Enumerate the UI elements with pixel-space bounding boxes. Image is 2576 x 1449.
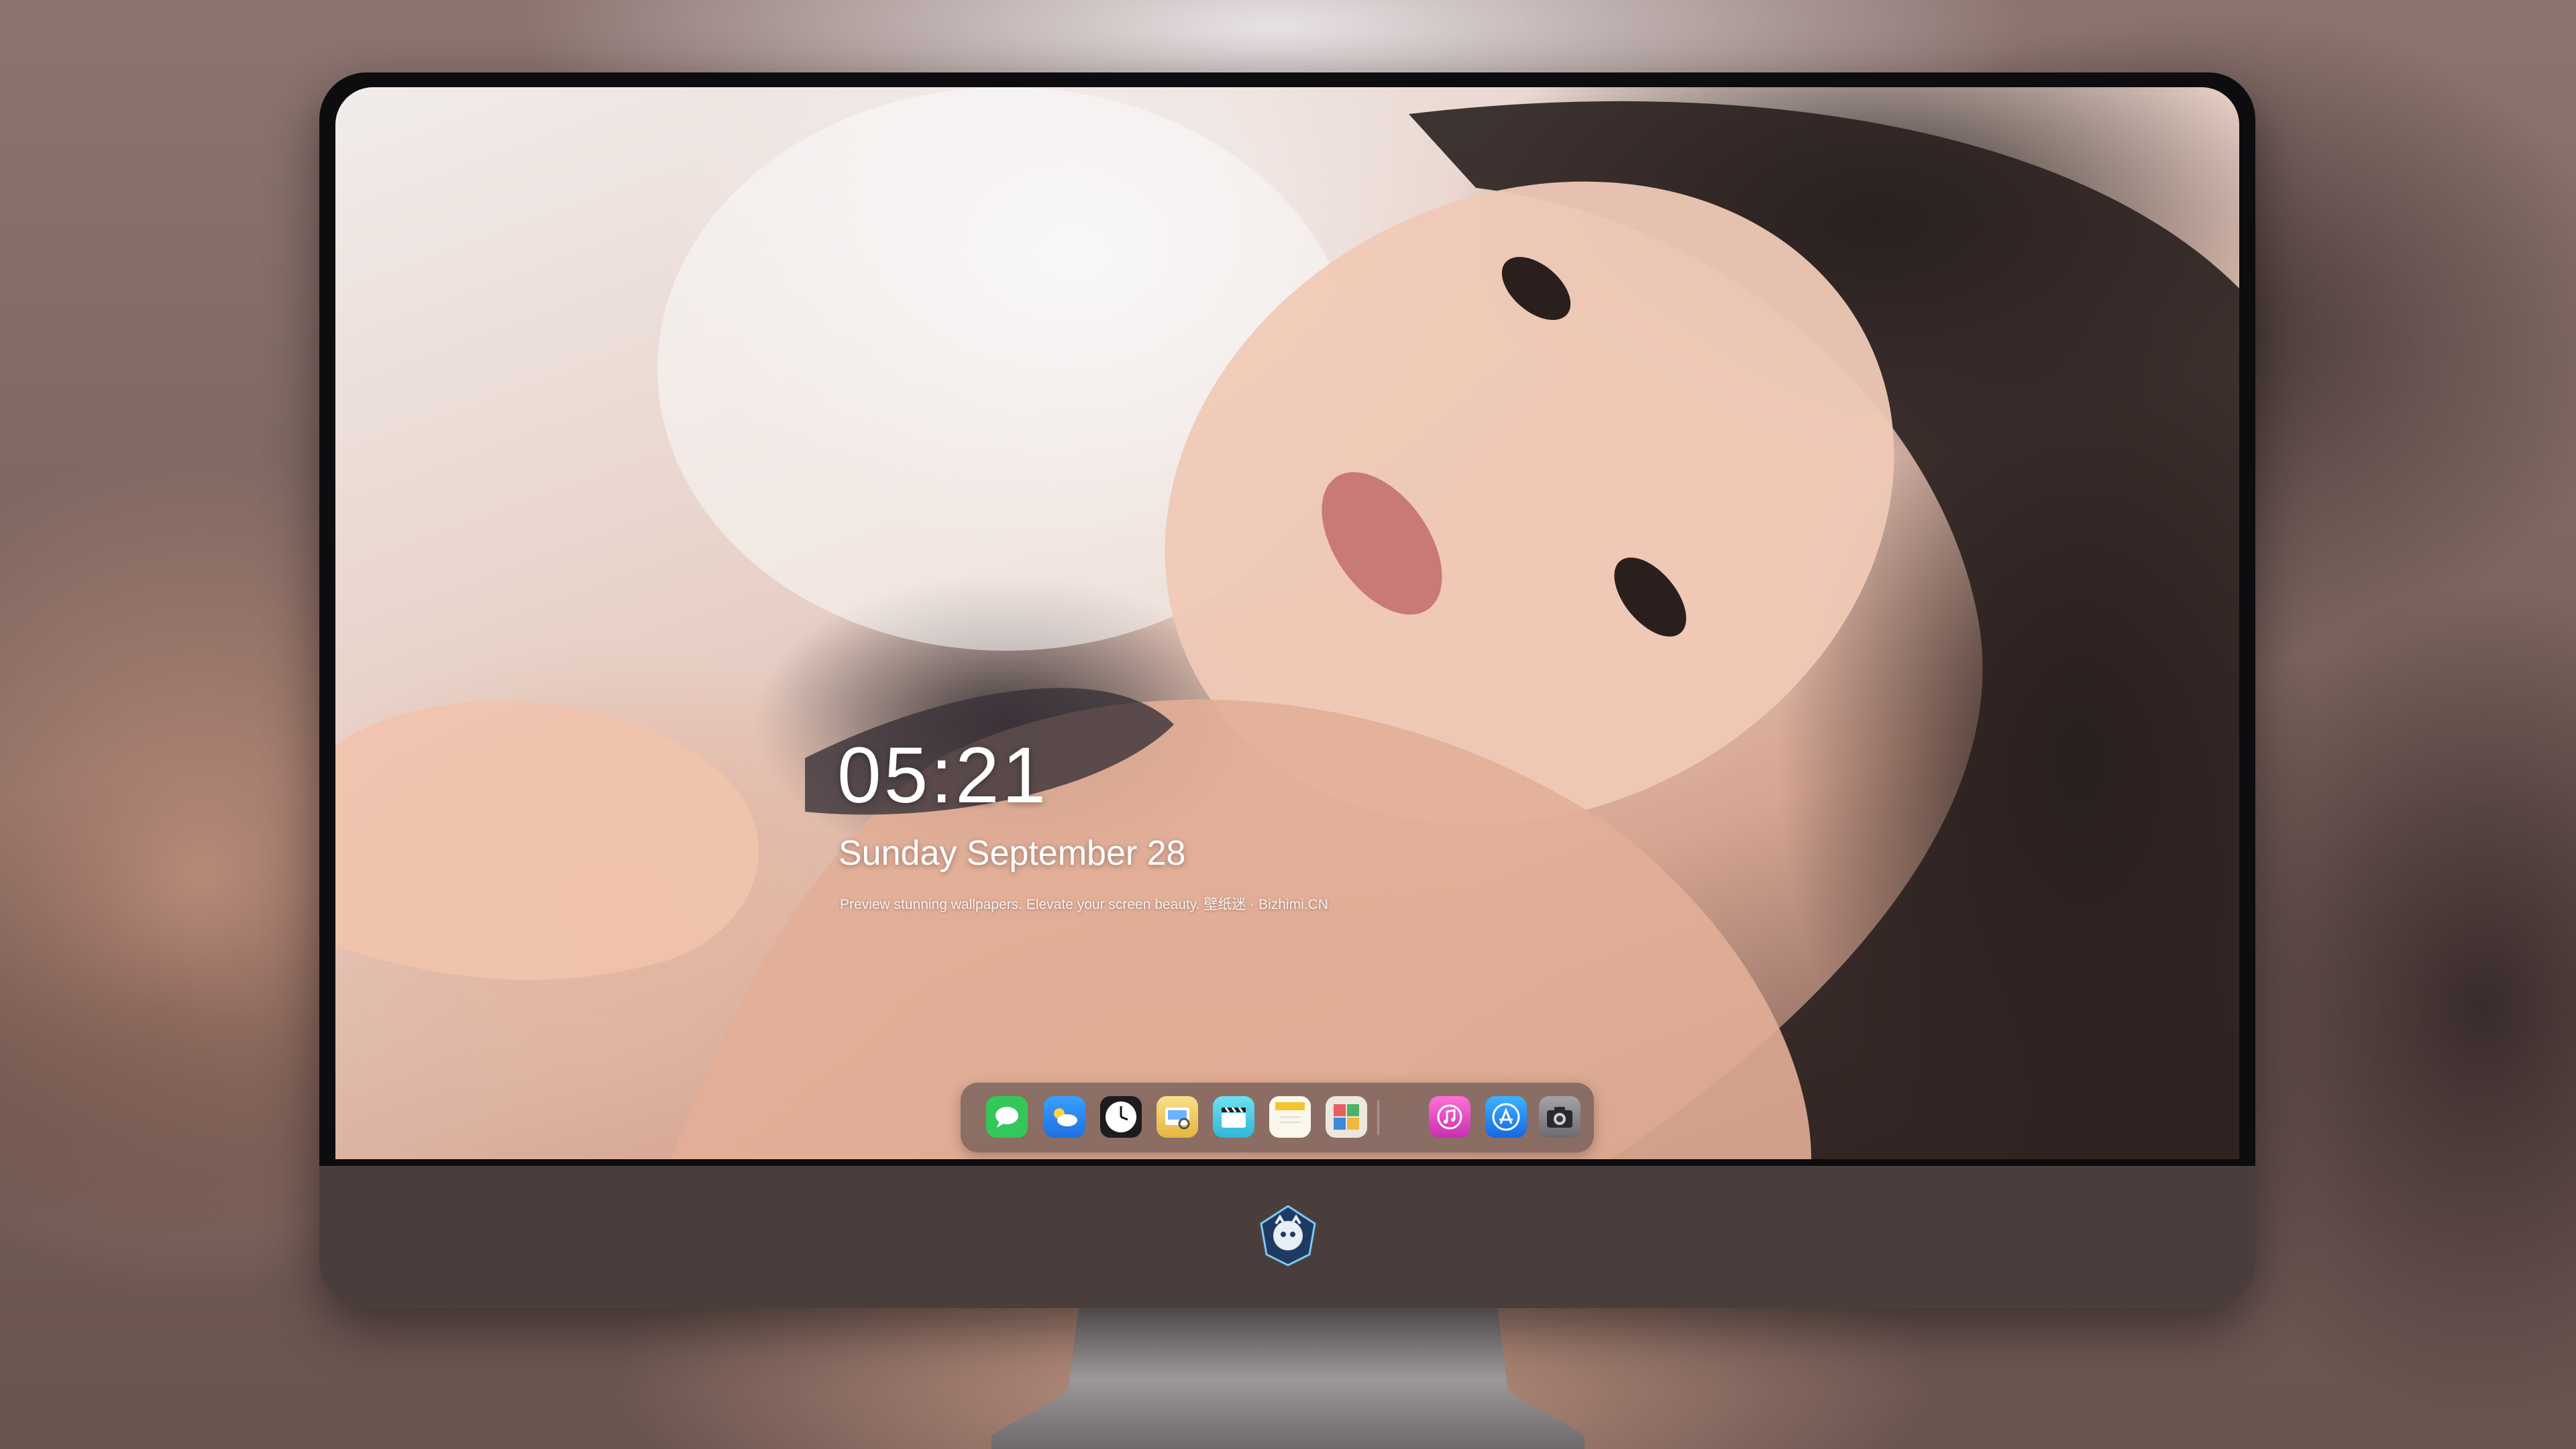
wallpaper-image: [335, 87, 2239, 1159]
lock-screen-clock: 05:21: [837, 731, 1049, 820]
messages-icon[interactable]: [986, 1096, 1028, 1138]
app-store-icon[interactable]: [1485, 1096, 1527, 1138]
itunes-icon[interactable]: [1429, 1096, 1470, 1138]
lock-screen-date: Sunday September 28: [839, 834, 1186, 873]
weather-icon[interactable]: [1044, 1096, 1085, 1138]
clock-icon[interactable]: [1100, 1096, 1142, 1138]
screen-bezel: 05:21 Sunday September 28 Preview stunni…: [319, 72, 2255, 1166]
camera-icon[interactable]: [1539, 1096, 1580, 1138]
preview-icon[interactable]: [1157, 1096, 1198, 1138]
dock-separator: [1377, 1100, 1379, 1135]
brand-logo-icon: [1260, 1205, 1316, 1267]
lock-screen[interactable]: 05:21 Sunday September 28 Preview stunni…: [335, 87, 2239, 1159]
clips-icon[interactable]: [1213, 1096, 1254, 1138]
imac-monitor: 05:21 Sunday September 28 Preview stunni…: [319, 72, 2255, 1308]
monitor-stand: [991, 1308, 1585, 1449]
notes-icon[interactable]: [1269, 1096, 1311, 1138]
photo-booth-icon[interactable]: [1326, 1096, 1367, 1138]
wallpaper-tagline: Preview stunning wallpapers. Elevate you…: [840, 897, 1328, 912]
dock: [961, 1083, 1594, 1152]
